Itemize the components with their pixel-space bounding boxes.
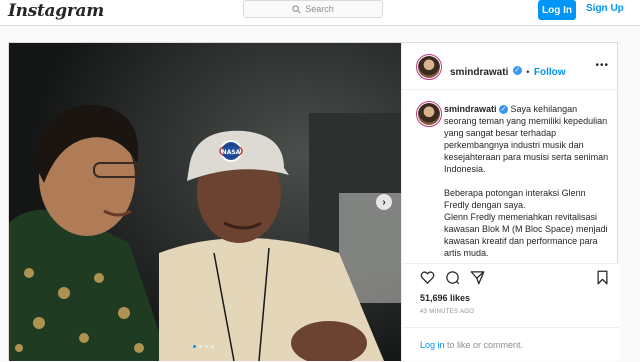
comment-icon[interactable] (445, 270, 460, 285)
verified-badge-icon: ✓ (499, 105, 509, 115)
post-sidebar: smindrawati ✓ • Follow ••• smindrawati ✓… (401, 43, 620, 361)
verified-badge-icon: ✓ (512, 66, 522, 76)
post-header: smindrawati ✓ • Follow ••• (402, 43, 619, 90)
login-button[interactable]: Log In (538, 0, 576, 20)
caption-para3: Glenn Fredly memeriahkan revitalisasi ka… (444, 212, 608, 258)
caption-line1: Saya kehilangan seorang teman yang memil… (444, 104, 609, 174)
heart-icon[interactable] (420, 270, 435, 285)
nasa-cap-logo: NASA (222, 149, 241, 156)
comment-prompt: Log in to like or comment. (402, 327, 620, 362)
follow-button[interactable]: Follow (534, 67, 566, 78)
carousel-dot (211, 345, 214, 348)
search-input[interactable]: Search (243, 0, 383, 18)
chevron-right-icon: › (382, 196, 386, 208)
bookmark-icon[interactable] (595, 270, 610, 285)
separator-dot: • (526, 67, 530, 77)
post-card: NASA › smindrawati ✓ • Follow ••• smindr… (8, 42, 620, 361)
search-icon (292, 4, 301, 13)
share-icon[interactable] (470, 270, 485, 285)
caption-username[interactable]: smindrawati (444, 104, 497, 114)
carousel-next-button[interactable]: › (376, 194, 392, 210)
avatar[interactable] (416, 54, 442, 80)
carousel-dot (199, 345, 202, 348)
post-actions: 51,696 likes 43 MINUTES AGO Log in to li… (402, 263, 620, 361)
carousel-dot (193, 345, 196, 348)
post-timestamp[interactable]: 43 MINUTES AGO (420, 309, 474, 315)
carousel-indicator (193, 345, 214, 348)
avatar[interactable] (416, 101, 442, 127)
photo-illustration: NASA (9, 43, 401, 361)
post-photo[interactable]: NASA › (9, 43, 401, 361)
signup-link[interactable]: Sign Up (586, 3, 624, 14)
likes-count[interactable]: 51,696 likes (420, 293, 470, 303)
instagram-logo[interactable]: Instagram (8, 1, 104, 21)
post-username[interactable]: smindrawati (450, 67, 508, 78)
top-navigation-bar: Instagram Search Log In Sign Up (0, 0, 640, 26)
carousel-dot (205, 345, 208, 348)
login-link[interactable]: Log in (420, 340, 445, 350)
comment-prompt-text: to like or comment. (444, 340, 524, 350)
more-options-icon[interactable]: ••• (595, 60, 609, 71)
caption-para2: Beberapa potongan interaksi Glenn Fredly… (444, 188, 586, 210)
search-placeholder: Search (305, 4, 334, 14)
caption-text: smindrawati ✓ Saya kehilangan seorang te… (444, 103, 610, 271)
